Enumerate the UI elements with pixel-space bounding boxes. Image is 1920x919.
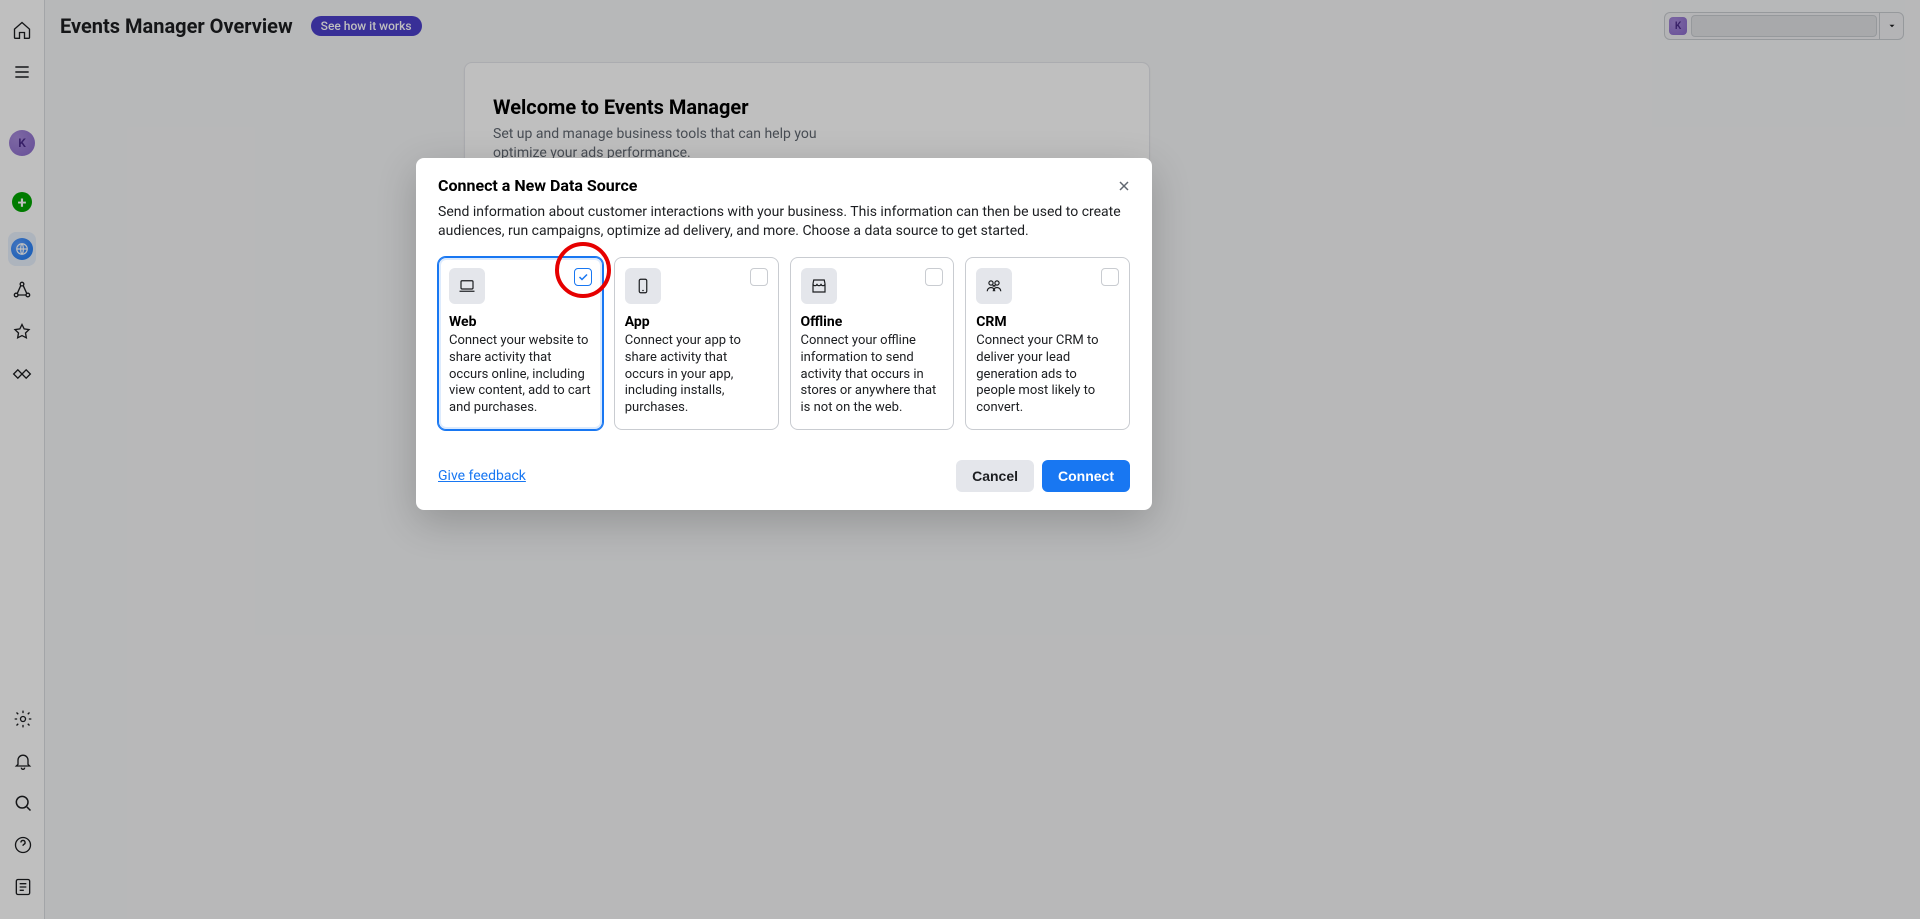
option-card-offline[interactable]: Offline Connect your offline information… xyxy=(790,257,955,430)
crm-icon xyxy=(976,268,1012,304)
option-desc-web: Connect your website to share activity t… xyxy=(449,333,592,417)
option-card-web[interactable]: Web Connect your website to share activi… xyxy=(438,257,603,430)
connect-data-source-modal: Connect a New Data Source Send informati… xyxy=(416,158,1152,510)
option-check-app xyxy=(750,268,768,286)
option-desc-offline: Connect your offline information to send… xyxy=(801,333,944,417)
close-icon xyxy=(1116,178,1132,194)
option-title-crm: CRM xyxy=(976,314,1119,330)
option-title-app: App xyxy=(625,314,768,330)
mobile-icon xyxy=(625,268,661,304)
give-feedback-link[interactable]: Give feedback xyxy=(438,468,526,484)
modal-subtitle: Send information about customer interact… xyxy=(438,203,1130,241)
option-check-offline xyxy=(925,268,943,286)
laptop-icon xyxy=(449,268,485,304)
option-desc-app: Connect your app to share activity that … xyxy=(625,333,768,417)
store-icon xyxy=(801,268,837,304)
option-check-crm xyxy=(1101,268,1119,286)
data-source-options: Web Connect your website to share activi… xyxy=(438,257,1130,430)
modal-close-button[interactable] xyxy=(1110,172,1138,200)
modal-title: Connect a New Data Source xyxy=(438,176,1130,195)
option-card-crm[interactable]: CRM Connect your CRM to deliver your lea… xyxy=(965,257,1130,430)
option-card-app[interactable]: App Connect your app to share activity t… xyxy=(614,257,779,430)
option-desc-crm: Connect your CRM to deliver your lead ge… xyxy=(976,333,1119,417)
option-title-web: Web xyxy=(449,314,592,330)
option-title-offline: Offline xyxy=(801,314,944,330)
check-icon xyxy=(577,271,589,283)
connect-button[interactable]: Connect xyxy=(1042,460,1130,492)
option-check-web xyxy=(574,268,592,286)
cancel-button[interactable]: Cancel xyxy=(956,460,1034,492)
